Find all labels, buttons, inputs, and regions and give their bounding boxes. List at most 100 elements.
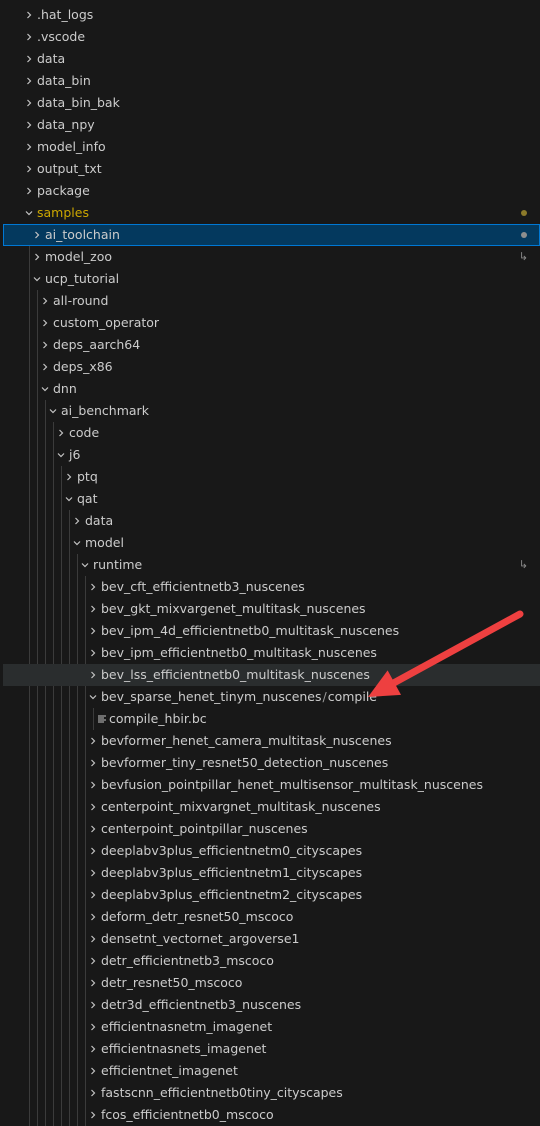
chevron-right-icon[interactable]	[85, 928, 101, 950]
chevron-right-icon[interactable]	[37, 356, 53, 378]
tree-folder-row[interactable]: data	[0, 510, 540, 532]
tree-folder-row[interactable]: bev_cft_efficientnetb3_nuscenes	[0, 576, 540, 598]
chevron-right-icon[interactable]	[85, 752, 101, 774]
tree-folder-row[interactable]: bevfusion_pointpillar_henet_multisensor_…	[0, 774, 540, 796]
chevron-right-icon[interactable]	[21, 180, 37, 202]
chevron-down-icon[interactable]	[85, 686, 101, 708]
chevron-right-icon[interactable]	[29, 224, 45, 246]
tree-folder-row[interactable]: bev_ipm_4d_efficientnetb0_multitask_nusc…	[0, 620, 540, 642]
tree-folder-row[interactable]: data	[0, 48, 540, 70]
chevron-right-icon[interactable]	[21, 158, 37, 180]
tree-file-row[interactable]: compile_hbir.bc	[0, 708, 540, 730]
chevron-right-icon[interactable]	[85, 1104, 101, 1126]
tree-folder-row[interactable]: all-round	[0, 290, 540, 312]
chevron-right-icon[interactable]	[37, 312, 53, 334]
chevron-right-icon[interactable]	[53, 422, 69, 444]
chevron-right-icon[interactable]	[85, 796, 101, 818]
chevron-right-icon[interactable]	[85, 862, 101, 884]
tree-folder-row[interactable]: model_info	[0, 136, 540, 158]
chevron-right-icon[interactable]	[85, 840, 101, 862]
chevron-down-icon[interactable]	[21, 202, 37, 224]
chevron-right-icon[interactable]	[21, 92, 37, 114]
tree-item-compact-child[interactable]: compile	[328, 689, 377, 704]
tree-folder-row[interactable]: ucp_tutorial	[0, 268, 540, 290]
tree-folder-row[interactable]: densetnt_vectornet_argoverse1	[0, 928, 540, 950]
tree-folder-row[interactable]: centerpoint_pointpillar_nuscenes	[0, 818, 540, 840]
chevron-down-icon[interactable]	[45, 400, 61, 422]
chevron-down-icon[interactable]	[29, 268, 45, 290]
chevron-right-icon[interactable]	[85, 972, 101, 994]
tree-folder-row[interactable]: qat	[0, 488, 540, 510]
chevron-right-icon[interactable]	[85, 576, 101, 598]
tree-folder-row[interactable]: package	[0, 180, 540, 202]
chevron-down-icon[interactable]	[53, 444, 69, 466]
chevron-right-icon[interactable]	[37, 334, 53, 356]
chevron-right-icon[interactable]	[61, 466, 77, 488]
tree-folder-row[interactable]: data_bin	[0, 70, 540, 92]
tree-folder-row[interactable]: j6	[0, 444, 540, 466]
tree-folder-row[interactable]: efficientnasnets_imagenet	[0, 1038, 540, 1060]
chevron-right-icon[interactable]	[85, 598, 101, 620]
chevron-right-icon[interactable]	[85, 950, 101, 972]
tree-folder-row[interactable]: model	[0, 532, 540, 554]
tree-folder-row[interactable]: samples	[0, 202, 540, 224]
tree-folder-row[interactable]: .vscode	[0, 26, 540, 48]
tree-folder-row[interactable]: deform_detr_resnet50_mscoco	[0, 906, 540, 928]
tree-folder-row[interactable]: deeplabv3plus_efficientnetm1_cityscapes	[0, 862, 540, 884]
tree-folder-row[interactable]: data_npy	[0, 114, 540, 136]
tree-folder-row[interactable]: ai_toolchain	[3, 224, 540, 246]
tree-folder-row[interactable]: detr_resnet50_mscoco	[0, 972, 540, 994]
chevron-down-icon[interactable]	[77, 554, 93, 576]
chevron-right-icon[interactable]	[37, 290, 53, 312]
chevron-right-icon[interactable]	[21, 70, 37, 92]
tree-folder-row[interactable]: bev_lss_efficientnetb0_multitask_nuscene…	[3, 664, 540, 686]
tree-folder-row[interactable]: bevformer_tiny_resnet50_detection_nuscen…	[0, 752, 540, 774]
chevron-right-icon[interactable]	[21, 114, 37, 136]
chevron-right-icon[interactable]	[85, 1060, 101, 1082]
tree-folder-row[interactable]: bev_gkt_mixvargenet_multitask_nuscenes	[0, 598, 540, 620]
tree-folder-row[interactable]: ptq	[0, 466, 540, 488]
tree-folder-row[interactable]: detr3d_efficientnetb3_nuscenes	[0, 994, 540, 1016]
tree-folder-row[interactable]: efficientnet_imagenet	[0, 1060, 540, 1082]
chevron-right-icon[interactable]	[85, 884, 101, 906]
tree-folder-row[interactable]: dnn	[0, 378, 540, 400]
tree-folder-row[interactable]: deeplabv3plus_efficientnetm0_cityscapes	[0, 840, 540, 862]
tree-folder-row[interactable]: deps_x86	[0, 356, 540, 378]
tree-folder-row[interactable]: centerpoint_mixvargnet_multitask_nuscene…	[0, 796, 540, 818]
chevron-right-icon[interactable]	[85, 1016, 101, 1038]
chevron-right-icon[interactable]	[85, 730, 101, 752]
tree-folder-row[interactable]: efficientnasnetm_imagenet	[0, 1016, 540, 1038]
chevron-right-icon[interactable]	[85, 906, 101, 928]
tree-folder-row[interactable]: bev_ipm_efficientnetb0_multitask_nuscene…	[0, 642, 540, 664]
tree-folder-row[interactable]: deps_aarch64	[0, 334, 540, 356]
tree-folder-row[interactable]: data_bin_bak	[0, 92, 540, 114]
chevron-down-icon[interactable]	[61, 488, 77, 510]
tree-folder-row[interactable]: output_txt	[0, 158, 540, 180]
chevron-right-icon[interactable]	[85, 664, 101, 686]
tree-folder-row[interactable]: bev_sparse_henet_tinym_nuscenes/compile	[0, 686, 540, 708]
chevron-right-icon[interactable]	[85, 994, 101, 1016]
tree-folder-row[interactable]: runtime ↳	[0, 554, 540, 576]
tree-folder-row[interactable]: fcos_efficientnetb0_mscoco	[0, 1104, 540, 1126]
tree-folder-row[interactable]: deeplabv3plus_efficientnetm2_cityscapes	[0, 884, 540, 906]
tree-folder-row[interactable]: bevformer_henet_camera_multitask_nuscene…	[0, 730, 540, 752]
tree-folder-row[interactable]: custom_operator	[0, 312, 540, 334]
chevron-right-icon[interactable]	[85, 774, 101, 796]
chevron-right-icon[interactable]	[21, 26, 37, 48]
tree-folder-row[interactable]: code	[0, 422, 540, 444]
chevron-right-icon[interactable]	[21, 4, 37, 26]
chevron-right-icon[interactable]	[85, 1038, 101, 1060]
chevron-down-icon[interactable]	[69, 532, 85, 554]
chevron-right-icon[interactable]	[69, 510, 85, 532]
tree-folder-row[interactable]: ai_benchmark	[0, 400, 540, 422]
tree-folder-row[interactable]: detr_efficientnetb3_mscoco	[0, 950, 540, 972]
chevron-right-icon[interactable]	[29, 246, 45, 268]
tree-folder-row[interactable]: .hat_logs	[0, 4, 540, 26]
chevron-right-icon[interactable]	[85, 620, 101, 642]
chevron-right-icon[interactable]	[85, 818, 101, 840]
tree-folder-row[interactable]: model_zoo ↳	[0, 246, 540, 268]
chevron-down-icon[interactable]	[37, 378, 53, 400]
chevron-right-icon[interactable]	[21, 48, 37, 70]
chevron-right-icon[interactable]	[85, 642, 101, 664]
tree-folder-row[interactable]: fastscnn_efficientnetb0tiny_cityscapes	[0, 1082, 540, 1104]
